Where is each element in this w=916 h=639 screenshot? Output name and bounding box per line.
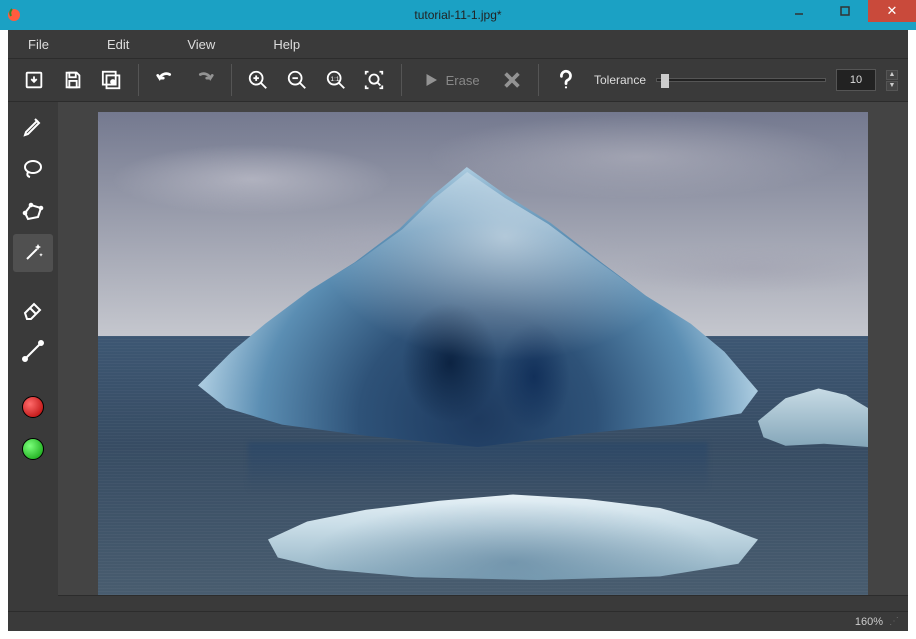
divider	[138, 64, 139, 96]
polygon-tool[interactable]	[13, 192, 53, 230]
open-button[interactable]	[18, 62, 51, 98]
horizontal-scrollbar[interactable]	[58, 595, 908, 611]
menu-help[interactable]: Help	[259, 33, 314, 56]
resize-grip-icon[interactable]: ⋰	[889, 616, 898, 627]
tolerance-label: Tolerance	[594, 73, 646, 87]
spin-up[interactable]: ▲	[886, 70, 898, 80]
canvas-area	[58, 102, 908, 611]
minimize-button[interactable]	[776, 0, 822, 22]
divider	[231, 64, 232, 96]
statusbar: 160% ⋰	[8, 611, 908, 631]
redo-button[interactable]	[188, 62, 221, 98]
menubar: File Edit View Help	[8, 30, 908, 58]
body	[8, 102, 908, 611]
app-frame: File Edit View Help 1:1	[8, 30, 908, 631]
image-canvas[interactable]	[98, 112, 868, 595]
reflection	[248, 442, 708, 492]
side-toolbar	[8, 102, 58, 611]
divider	[401, 64, 402, 96]
menu-file[interactable]: File	[14, 33, 63, 56]
window-controls: ✕	[776, 0, 916, 22]
menu-view[interactable]: View	[173, 33, 229, 56]
tolerance-slider[interactable]	[656, 78, 826, 82]
zoom-in-button[interactable]	[242, 62, 275, 98]
svg-text:1:1: 1:1	[330, 76, 339, 83]
eraser-tool[interactable]	[13, 290, 53, 328]
tolerance-value[interactable]: 10	[836, 69, 876, 91]
zoom-actual-button[interactable]: 1:1	[319, 62, 352, 98]
slider-thumb[interactable]	[661, 74, 669, 88]
app-icon	[0, 1, 28, 29]
zoom-fit-button[interactable]	[358, 62, 391, 98]
undo-button[interactable]	[149, 62, 182, 98]
line-tool[interactable]	[13, 332, 53, 370]
magic-wand-tool[interactable]	[13, 234, 53, 272]
close-button[interactable]: ✕	[868, 0, 916, 22]
lasso-tool[interactable]	[13, 150, 53, 188]
green-circle-icon	[22, 438, 44, 460]
help-button[interactable]	[549, 62, 582, 98]
save-button[interactable]	[57, 62, 90, 98]
tolerance-control: Tolerance 10 ▲ ▼	[594, 69, 898, 91]
marker-tool[interactable]	[13, 108, 53, 146]
menu-edit[interactable]: Edit	[93, 33, 143, 56]
spin-down[interactable]: ▼	[886, 81, 898, 91]
erase-label: Erase	[446, 73, 480, 88]
red-circle-icon	[22, 396, 44, 418]
maximize-button[interactable]	[822, 0, 868, 22]
erase-button[interactable]: Erase	[412, 62, 490, 98]
top-toolbar: 1:1 Erase Tolerance 10 ▲ ▼	[8, 58, 908, 102]
cancel-button[interactable]	[496, 62, 529, 98]
scroll-area[interactable]	[58, 102, 908, 595]
zoom-out-button[interactable]	[280, 62, 313, 98]
foreground-color[interactable]	[13, 388, 53, 426]
zoom-level: 160%	[855, 616, 883, 628]
titlebar: tutorial-11-1.jpg* ✕	[0, 0, 916, 30]
save-view-button[interactable]	[96, 62, 129, 98]
tolerance-spinner: ▲ ▼	[886, 70, 898, 91]
divider	[538, 64, 539, 96]
background-color[interactable]	[13, 430, 53, 468]
